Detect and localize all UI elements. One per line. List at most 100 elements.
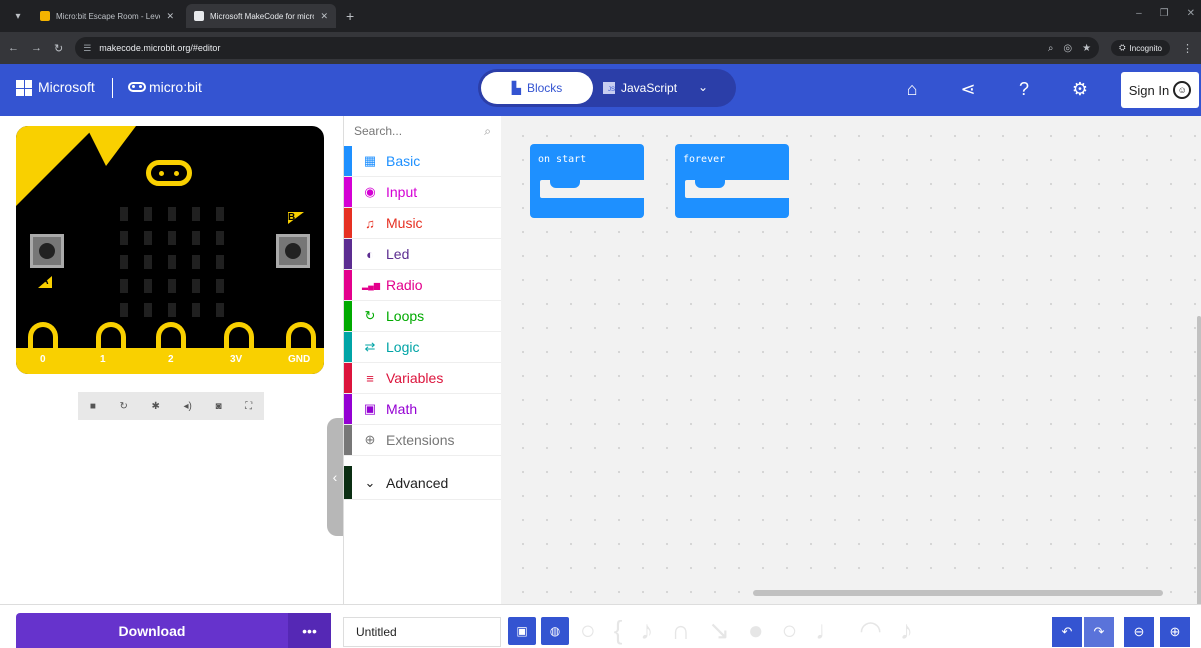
led[interactable] [120, 303, 128, 317]
led[interactable] [192, 303, 200, 317]
led[interactable] [168, 303, 176, 317]
brand-name[interactable]: Microsoft [38, 79, 95, 95]
category-led[interactable]: ◐ Led [344, 239, 501, 270]
bottom-toolbar: Download ••• Untitled ▣ ◍ ○{♪∩↘●○♩◠♪ ↶ ↷… [0, 604, 1201, 648]
category-music[interactable]: ♫ Music [344, 208, 501, 239]
category-advanced[interactable]: ⌄ Advanced [344, 466, 501, 500]
led[interactable] [144, 231, 152, 245]
eye-off-icon[interactable]: ◎ [1063, 43, 1072, 54]
led[interactable] [144, 207, 152, 221]
led[interactable] [216, 207, 224, 221]
led[interactable] [216, 279, 224, 293]
blocks-workspace[interactable]: on start forever [501, 116, 1201, 606]
save-icon[interactable]: ▣ [508, 617, 536, 645]
led[interactable] [144, 279, 152, 293]
url-field[interactable]: ☰ makecode.microbit.org/#editor ⌕ ◎ ★ [75, 37, 1100, 59]
led[interactable] [216, 231, 224, 245]
vertical-scrollbar[interactable] [1197, 316, 1201, 606]
led[interactable] [168, 231, 176, 245]
pin-row: 0 1 2 3V GND [16, 322, 324, 374]
horizontal-scrollbar[interactable] [753, 590, 1163, 596]
led[interactable] [144, 303, 152, 317]
forever-block[interactable]: forever [675, 144, 789, 218]
led[interactable] [216, 255, 224, 269]
microbit-logo[interactable]: micro:bit [128, 79, 202, 95]
led[interactable] [192, 255, 200, 269]
mute-icon[interactable]: ◂) [184, 401, 192, 412]
on-start-block[interactable]: on start [530, 144, 644, 218]
sign-in-button[interactable]: Sign In ☺ [1121, 72, 1199, 108]
download-button[interactable]: Download [16, 613, 288, 648]
bookmark-star-icon[interactable]: ★ [1082, 43, 1091, 54]
debug-icon[interactable]: ✱ [152, 401, 160, 412]
led[interactable] [216, 303, 224, 317]
zoom-out-icon[interactable]: ⊖ [1124, 617, 1154, 647]
github-icon[interactable]: ◍ [541, 617, 569, 645]
restore-icon[interactable]: ❐ [1160, 8, 1169, 19]
blocks-mode-button[interactable]: ▙ Blocks [481, 72, 593, 104]
logo-touch-button[interactable] [146, 160, 192, 186]
reload-icon[interactable]: ↻ [54, 42, 63, 55]
site-settings-icon[interactable]: ☰ [83, 43, 91, 54]
screenshot-icon[interactable]: ◙ [216, 401, 222, 412]
settings-gear-icon[interactable]: ⚙ [1069, 78, 1091, 100]
category-basic[interactable]: ▦ Basic [344, 146, 501, 177]
fullscreen-icon[interactable]: ⛶ [245, 401, 252, 412]
category-math[interactable]: ▣ Math [344, 394, 501, 425]
category-variables[interactable]: ≡ Variables [344, 363, 501, 394]
tab-search-icon[interactable]: ▾ [8, 6, 28, 26]
download-more-button[interactable]: ••• [288, 613, 331, 648]
led[interactable] [192, 231, 200, 245]
window-controls: – ❐ ✕ [1136, 8, 1195, 19]
blocks-mode-label: Blocks [526, 81, 563, 95]
button-b[interactable] [276, 234, 310, 268]
led[interactable] [120, 231, 128, 245]
redo-icon[interactable]: ↷ [1084, 617, 1114, 647]
category-extensions[interactable]: ⊕ Extensions [344, 425, 501, 456]
share-icon[interactable]: ⋖ [957, 78, 979, 100]
chevron-down-icon[interactable]: ⌄ [698, 80, 708, 94]
browser-menu-icon[interactable]: ⋮ [1182, 42, 1193, 55]
zoom-in-icon[interactable]: ⊕ [1160, 617, 1190, 647]
home-icon[interactable]: ⌂ [901, 78, 923, 100]
close-window-icon[interactable]: ✕ [1187, 8, 1195, 19]
category-logic[interactable]: ⇄ Logic [344, 332, 501, 363]
shuffle-icon: ⇄ [364, 339, 376, 354]
simulator-controls: ■ ↻ ✱ ◂) ◙ ⛶ [78, 392, 264, 420]
led[interactable] [144, 255, 152, 269]
minimize-icon[interactable]: – [1136, 8, 1142, 19]
collapse-simulator-chevron-icon[interactable]: ‹ [327, 418, 343, 536]
category-loops[interactable]: ↻ Loops [344, 301, 501, 332]
category-radio[interactable]: ▂▄▆ Radio [344, 270, 501, 301]
category-input[interactable]: ◉ Input [344, 177, 501, 208]
undo-icon[interactable]: ↶ [1052, 617, 1082, 647]
browser-tab-makecode[interactable]: Microsoft MakeCode for micro ✕ [186, 4, 336, 28]
close-icon[interactable]: ✕ [166, 11, 174, 22]
led[interactable] [168, 255, 176, 269]
search-icon[interactable]: ⌕ [484, 124, 491, 139]
zoom-icon[interactable]: ⌕ [1048, 43, 1054, 54]
project-name-input[interactable]: Untitled [343, 617, 501, 647]
incognito-badge[interactable]: ⛭ Incognito [1111, 40, 1170, 56]
restart-icon[interactable]: ↻ [119, 401, 127, 412]
led[interactable] [168, 279, 176, 293]
help-icon[interactable]: ? [1013, 78, 1035, 100]
browser-tab-escape-room[interactable]: Micro:bit Escape Room - Level ✕ [32, 4, 182, 28]
close-icon[interactable]: ✕ [320, 11, 328, 22]
led[interactable] [120, 279, 128, 293]
statement-slot [685, 180, 789, 198]
led[interactable] [192, 279, 200, 293]
back-icon[interactable]: ← [8, 42, 19, 54]
led[interactable] [120, 207, 128, 221]
category-color-bar [344, 146, 352, 176]
led[interactable] [120, 255, 128, 269]
toolbox-search-input[interactable]: Search... ⌕ [344, 116, 501, 146]
stop-icon[interactable]: ■ [90, 401, 96, 412]
led[interactable] [192, 207, 200, 221]
led[interactable] [168, 207, 176, 221]
block-label: forever [683, 154, 726, 165]
new-tab-icon[interactable]: + [340, 8, 360, 24]
javascript-mode-button[interactable]: JS JavaScript [603, 72, 677, 104]
forward-icon[interactable]: → [31, 42, 42, 54]
button-a[interactable] [30, 234, 64, 268]
